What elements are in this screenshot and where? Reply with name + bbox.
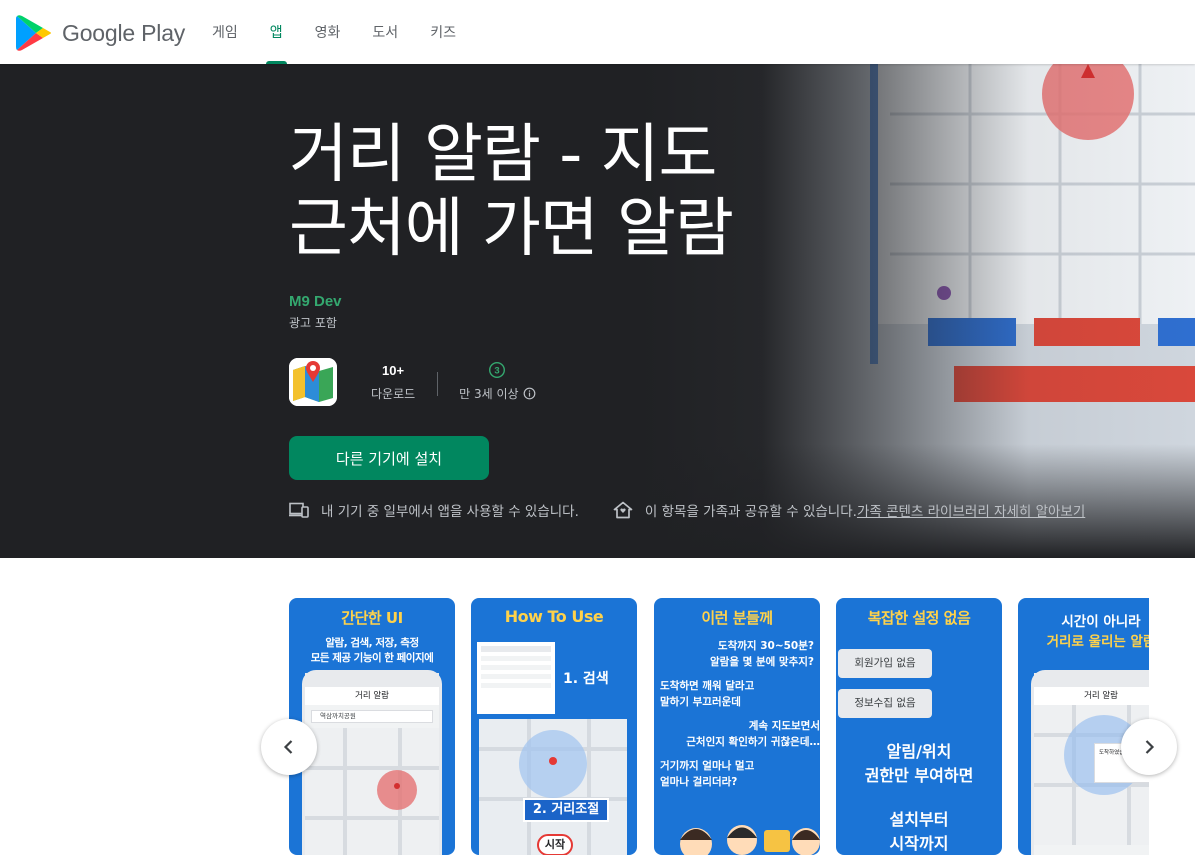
screenshot-3-line7: 거기까지 얼마나 멀고 bbox=[660, 760, 755, 772]
screenshot-3-line8: 얼마나 걸리더라? bbox=[660, 776, 738, 788]
chevron-right-icon bbox=[1145, 740, 1155, 754]
mock-app-bar-2: 거리 알람 bbox=[1034, 687, 1149, 705]
screenshot-4-text1: 알림/위치 bbox=[886, 742, 952, 761]
play-logo-icon bbox=[16, 15, 51, 51]
nav-item-books[interactable]: 도서 bbox=[356, 0, 414, 64]
screenshot-1-heading: 간단한 UI bbox=[341, 609, 403, 627]
chevron-left-icon bbox=[283, 740, 293, 754]
app-stats: 10+ 다운로드 3 만 3세 이상 bbox=[349, 360, 558, 402]
info-icon[interactable] bbox=[523, 387, 536, 400]
phone-mockup: 거리 알람 역삼까치공원 bbox=[302, 670, 442, 855]
screenshot-3-line4: 말하기 부끄러운데 bbox=[660, 696, 741, 708]
screenshot-2-step2: 2. 거리조절 bbox=[523, 798, 609, 822]
downloads-stat: 10+ 다운로드 bbox=[349, 360, 437, 402]
screenshot-1-sub1: 알람, 검색, 저장, 측정 bbox=[325, 637, 419, 649]
screenshot-1-sub2: 모든 제공 기능이 한 페이지에 bbox=[310, 652, 434, 664]
screenshot-2-heading: How To Use bbox=[504, 607, 604, 626]
nav-item-games[interactable]: 게임 bbox=[196, 0, 254, 64]
family-library-note: 이 항목을 가족과 공유할 수 있습니다.가족 콘텐츠 라이브러리 자세히 알아… bbox=[613, 500, 1085, 520]
family-home-icon bbox=[613, 501, 633, 519]
install-notes: 내 기기 중 일부에서 앱을 사용할 수 있습니다. 이 항목을 가족과 공유할… bbox=[289, 500, 1085, 520]
screenshot-4-heading: 복잡한 설정 없음 bbox=[867, 609, 971, 627]
app-hero: 거리 알람 - 지도 근처에 가면 알람 M9 Dev 광고 포함 10+ 다운… bbox=[0, 64, 1195, 558]
rating-badge-text: 3 bbox=[495, 365, 500, 376]
app-icon bbox=[289, 358, 337, 406]
install-button[interactable]: 다른 기기에 설치 bbox=[289, 436, 489, 480]
app-title: 거리 알람 - 지도 근처에 가면 알람 bbox=[289, 118, 929, 266]
top-app-bar: Google Play 게임 앱 영화 도서 키즈 bbox=[0, 0, 1195, 64]
chip-no-signup: 회원가입 없음 bbox=[838, 649, 932, 678]
carousel-prev-button[interactable] bbox=[261, 719, 317, 775]
downloads-label: 다운로드 bbox=[371, 387, 416, 401]
content-rating-stat: 3 만 3세 이상 bbox=[437, 360, 557, 402]
device-availability-note: 내 기기 중 일부에서 앱을 사용할 수 있습니다. bbox=[289, 500, 579, 520]
screenshot-1[interactable]: 간단한 UI 알람, 검색, 저장, 측정 모든 제공 기능이 한 페이지에 거… bbox=[289, 598, 455, 855]
age-rating-icon: 3 bbox=[489, 361, 506, 379]
screenshot-3-line6: 근처인지 확인하기 귀찮은데… bbox=[686, 736, 820, 748]
screenshot-3-line2: 알람을 몇 분에 맞추지? bbox=[710, 656, 814, 668]
devices-icon bbox=[289, 502, 309, 518]
family-library-link[interactable]: 가족 콘텐츠 라이브러리 자세히 알아보기 bbox=[857, 504, 1085, 520]
screenshot-4-text2: 권한만 부여하면 bbox=[864, 766, 974, 785]
downloads-value: 10+ bbox=[382, 362, 405, 378]
screenshot-3-heading: 이런 분들께 bbox=[701, 609, 773, 627]
screenshot-2[interactable]: How To Use 1. 검색 2. 거리조절 시작 bbox=[471, 598, 637, 855]
screenshot-4[interactable]: 복잡한 설정 없음 회원가입 없음 정보수집 없음 알림/위치 권한만 부여하면… bbox=[836, 598, 1002, 855]
main-nav: 게임 앱 영화 도서 키즈 bbox=[196, 0, 472, 64]
developer-link[interactable]: M9 Dev bbox=[289, 293, 342, 310]
screenshot-4-text3: 설치부터 bbox=[889, 810, 949, 829]
screenshot-carousel: 간단한 UI 알람, 검색, 저장, 측정 모든 제공 기능이 한 페이지에 거… bbox=[289, 598, 1149, 855]
device-note-text: 내 기기 중 일부에서 앱을 사용할 수 있습니다. bbox=[321, 504, 579, 520]
content-rating-label: 만 3세 이상 bbox=[459, 387, 519, 401]
screenshot-3[interactable]: 이런 분들께 도착까지 30~50분? 알람을 몇 분에 맞추지? 도착하면 깨… bbox=[654, 598, 820, 855]
screenshot-5-heading1: 시간이 아니라 bbox=[1061, 614, 1141, 630]
screenshot-3-line1: 도착까지 30~50분? bbox=[717, 640, 814, 652]
screenshot-3-line5: 계속 지도보면서 bbox=[748, 720, 820, 732]
screenshot-3-line3: 도착하면 깨워 달라고 bbox=[660, 680, 755, 692]
nav-item-kids[interactable]: 키즈 bbox=[414, 0, 472, 64]
mock-app-bar: 거리 알람 bbox=[305, 687, 439, 705]
app-title-line2: 근처에 가면 알람 bbox=[289, 192, 734, 266]
contains-ads-label: 광고 포함 bbox=[289, 316, 337, 330]
mock-search-field: 역삼까치공원 bbox=[311, 710, 433, 723]
screenshot-5-heading2: 거리로 울리는 알람 bbox=[1046, 634, 1149, 650]
screenshot-2-start: 시작 bbox=[537, 834, 573, 855]
family-note-text: 이 항목을 가족과 공유할 수 있습니다. bbox=[644, 504, 857, 520]
nav-item-movies[interactable]: 영화 bbox=[299, 0, 357, 64]
chip-no-data-collection: 정보수집 없음 bbox=[838, 689, 932, 718]
brand-name: Google Play bbox=[62, 19, 186, 46]
mock-map bbox=[305, 728, 439, 855]
nav-item-apps[interactable]: 앱 bbox=[254, 0, 299, 64]
google-play-logo[interactable]: Google Play bbox=[16, 14, 185, 52]
illustration-people bbox=[680, 825, 820, 855]
screenshot-2-step1: 1. 검색 bbox=[563, 671, 609, 687]
screenshot-4-text4: 시작까지 bbox=[889, 834, 949, 853]
carousel-next-button[interactable] bbox=[1121, 719, 1177, 775]
app-title-line1: 거리 알람 - 지도 bbox=[289, 118, 717, 192]
